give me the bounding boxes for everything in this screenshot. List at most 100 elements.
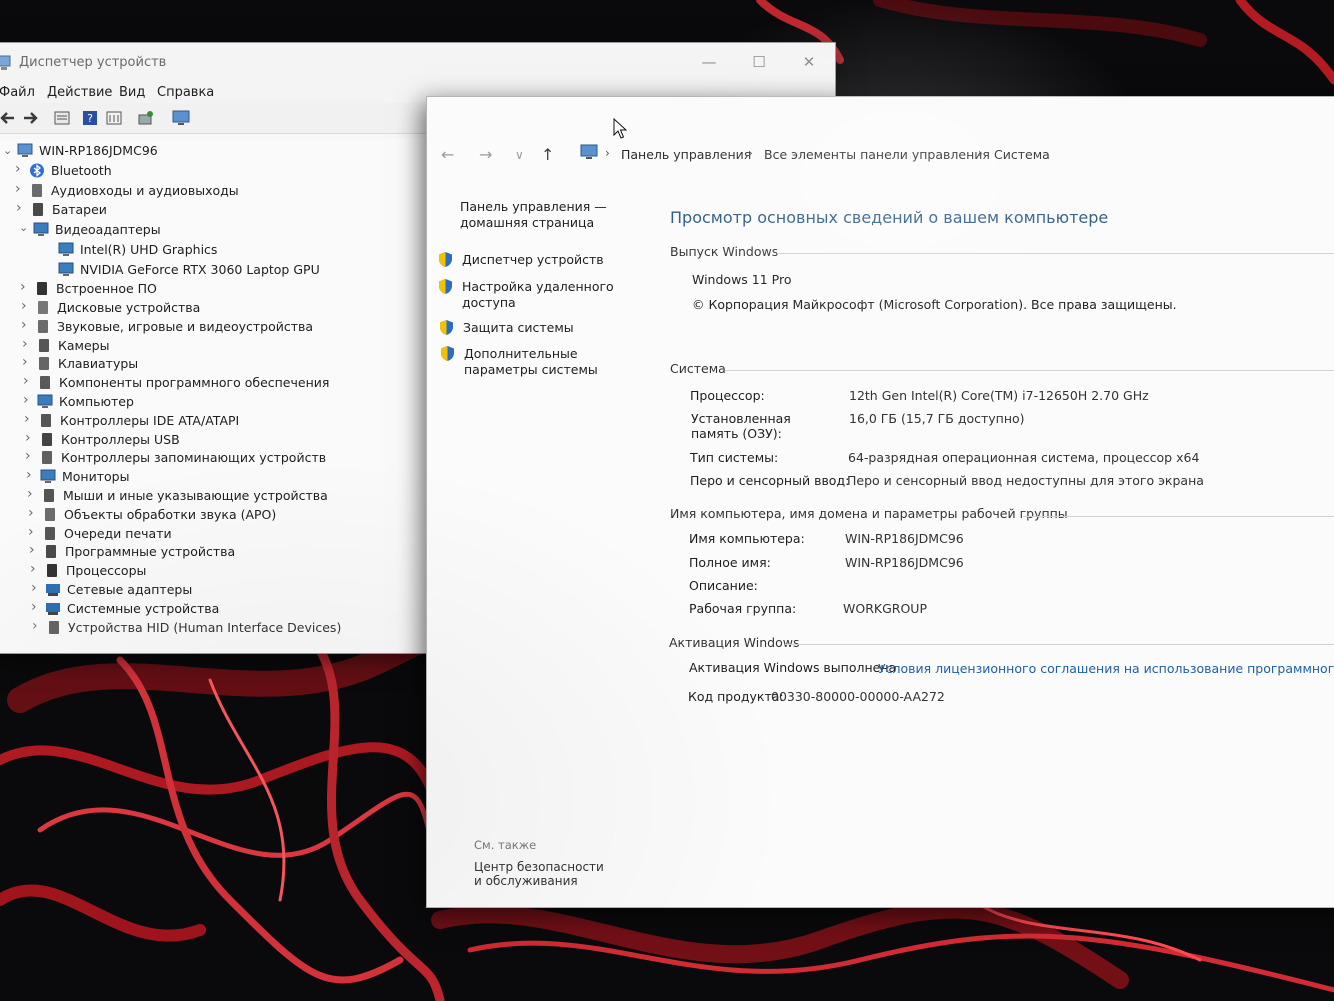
expand-chevron-down-icon[interactable]: ⌄ — [19, 221, 29, 234]
expand-chevron-right-icon[interactable]: › — [29, 542, 39, 558]
printer-icon — [45, 526, 55, 540]
help-icon[interactable]: ? — [81, 109, 99, 127]
storage-controller-icon — [42, 451, 52, 465]
svg-text:?: ? — [87, 112, 93, 125]
system-window[interactable]: ← → ∨ ↑ › Панель управления › Все элемен… — [426, 96, 1334, 908]
expand-chevron-right-icon[interactable]: › — [23, 373, 33, 389]
tree-item-label: Клавиатуры — [58, 356, 139, 372]
sidebar-link-advanced-settings[interactable]: Дополнительные параметры системы — [464, 346, 644, 378]
minimize-button[interactable]: — — [689, 51, 729, 73]
windows-edition-value: Windows 11 Pro — [692, 272, 792, 287]
page-title: Просмотр основных сведений о вашем компь… — [670, 208, 1109, 227]
expand-chevron-right-icon[interactable]: › — [21, 298, 31, 314]
tree-root-label: WIN-RP186JDMC96 — [39, 143, 158, 158]
breadcrumb-system[interactable]: Система — [994, 147, 1050, 162]
expand-chevron-right-icon[interactable]: › — [31, 599, 41, 615]
camera-icon — [39, 338, 49, 352]
speaker-icon — [38, 319, 48, 333]
system-device-icon — [46, 602, 60, 615]
expand-chevron-right-icon[interactable]: › — [31, 580, 41, 596]
pen-touch-value: Перо и сенсорный ввод недоступны для это… — [847, 473, 1204, 488]
disk-icon — [38, 301, 48, 314]
workgroup-label: Рабочая группа: — [689, 601, 797, 616]
expand-chevron-right-icon[interactable]: › — [30, 561, 40, 577]
ide-controller-icon — [41, 413, 51, 427]
see-also-label: См. также — [474, 838, 537, 852]
expand-chevron-right-icon[interactable]: › — [25, 448, 35, 464]
expand-chevron-right-icon[interactable]: › — [22, 354, 32, 370]
memory-label: Установленная память (ОЗУ): — [691, 411, 791, 441]
processor-label: Процессор: — [690, 388, 765, 403]
forward-arrow-icon[interactable] — [21, 109, 39, 127]
shield-icon — [439, 279, 452, 294]
expand-chevron-right-icon[interactable]: › — [27, 486, 37, 502]
section-computer-name: Имя компьютера, имя домена и параметры р… — [670, 506, 1068, 521]
monitor-icon — [40, 469, 56, 484]
expand-chevron-right-icon[interactable]: › — [32, 618, 42, 634]
menu-view[interactable]: Вид — [119, 85, 145, 100]
maximize-button[interactable]: ☐ — [739, 51, 779, 73]
tree-item-label: Bluetooth — [51, 163, 112, 178]
display-adapter-icon — [33, 222, 49, 237]
details-icon[interactable] — [105, 109, 123, 127]
display-adapter-icon — [58, 262, 74, 276]
tree-item-label: Аудиовходы и аудиовыходы — [51, 182, 239, 198]
back-arrow-icon[interactable] — [0, 109, 17, 127]
sidebar-link-system-protection[interactable]: Защита системы — [463, 320, 574, 336]
expand-chevron-right-icon[interactable]: › — [25, 430, 35, 446]
monitor-icon[interactable] — [171, 109, 191, 127]
section-divider — [1023, 516, 1334, 517]
tree-item-label: Камеры — [58, 337, 110, 353]
tree-item-label: Системные устройства — [67, 600, 220, 616]
control-panel-home-link[interactable]: Панель управления — домашняя страница — [460, 199, 620, 231]
collapse-chevron-icon[interactable]: ⌄ — [3, 144, 13, 157]
tree-item-label: Звуковые, игровые и видеоустройства — [57, 318, 314, 334]
expand-chevron-right-icon[interactable]: › — [15, 161, 25, 177]
security-maintenance-link[interactable]: Центр безопасности и обслуживания — [474, 860, 614, 888]
product-id-value: 00330-80000-00000-AA272 — [771, 689, 945, 704]
tree-item-label: Сетевые адаптеры — [67, 582, 193, 597]
close-button[interactable]: ✕ — [789, 51, 829, 73]
network-adapter-icon — [46, 584, 60, 596]
menu-file[interactable]: Файл — [0, 85, 35, 100]
description-label: Описание: — [689, 578, 758, 593]
breadcrumb-all-items[interactable]: Все элементы панели управления — [764, 147, 990, 162]
pen-touch-label: Перо и сенсорный ввод: — [690, 473, 850, 488]
menu-action[interactable]: Действие — [47, 85, 112, 100]
device-manager-titlebar[interactable]: Диспетчер устройств — ☐ ✕ — [0, 43, 835, 81]
display-adapter-icon — [58, 242, 74, 256]
software-component-icon — [40, 376, 50, 390]
tree-item-label: Видеоадаптеры — [55, 222, 161, 238]
expand-chevron-right-icon[interactable]: › — [15, 181, 25, 197]
shield-icon — [440, 320, 453, 335]
tree-item-label: Контроллеры USB — [61, 431, 180, 447]
sidebar-link-device-manager[interactable]: Диспетчер устройств — [462, 252, 604, 268]
expand-chevron-right-icon[interactable]: › — [21, 317, 31, 333]
expand-chevron-right-icon[interactable]: › — [28, 505, 38, 521]
expand-chevron-right-icon[interactable]: › — [23, 392, 33, 408]
expand-chevron-right-icon[interactable]: › — [24, 411, 34, 427]
hid-icon — [49, 620, 59, 634]
product-id-label: Код продукта: — [688, 689, 784, 704]
expand-chevron-right-icon[interactable]: › — [16, 200, 26, 216]
scan-hardware-icon[interactable] — [137, 109, 155, 127]
expand-chevron-right-icon[interactable]: › — [28, 524, 38, 540]
menu-help[interactable]: Справка — [157, 85, 214, 100]
sidebar-link-remote-settings[interactable]: Настройка удаленного доступа — [462, 279, 622, 311]
window-title: Диспетчер устройств — [19, 55, 167, 70]
properties-icon[interactable] — [53, 109, 71, 127]
expand-chevron-right-icon[interactable]: › — [26, 467, 36, 483]
tree-item-label: Батареи — [52, 202, 107, 218]
full-name-value: WIN-RP186JDMC96 — [845, 555, 964, 570]
section-divider — [777, 253, 1334, 254]
expand-chevron-right-icon[interactable]: › — [20, 279, 30, 295]
sidebar: Панель управления — домашняя страница Ди… — [427, 97, 657, 907]
license-terms-link[interactable]: Условия лицензионного соглашения на испо… — [878, 661, 1334, 676]
tree-item-label: Очереди печати — [64, 525, 172, 541]
tree-item-label: Устройства HID (Human Interface Devices) — [68, 619, 342, 635]
section-system: Система — [670, 361, 726, 376]
computer-icon — [17, 143, 33, 157]
expand-chevron-right-icon[interactable]: › — [22, 336, 32, 352]
copyright-text: © Корпорация Майкрософт (Microsoft Corpo… — [692, 297, 1177, 312]
processor-icon — [47, 564, 57, 578]
